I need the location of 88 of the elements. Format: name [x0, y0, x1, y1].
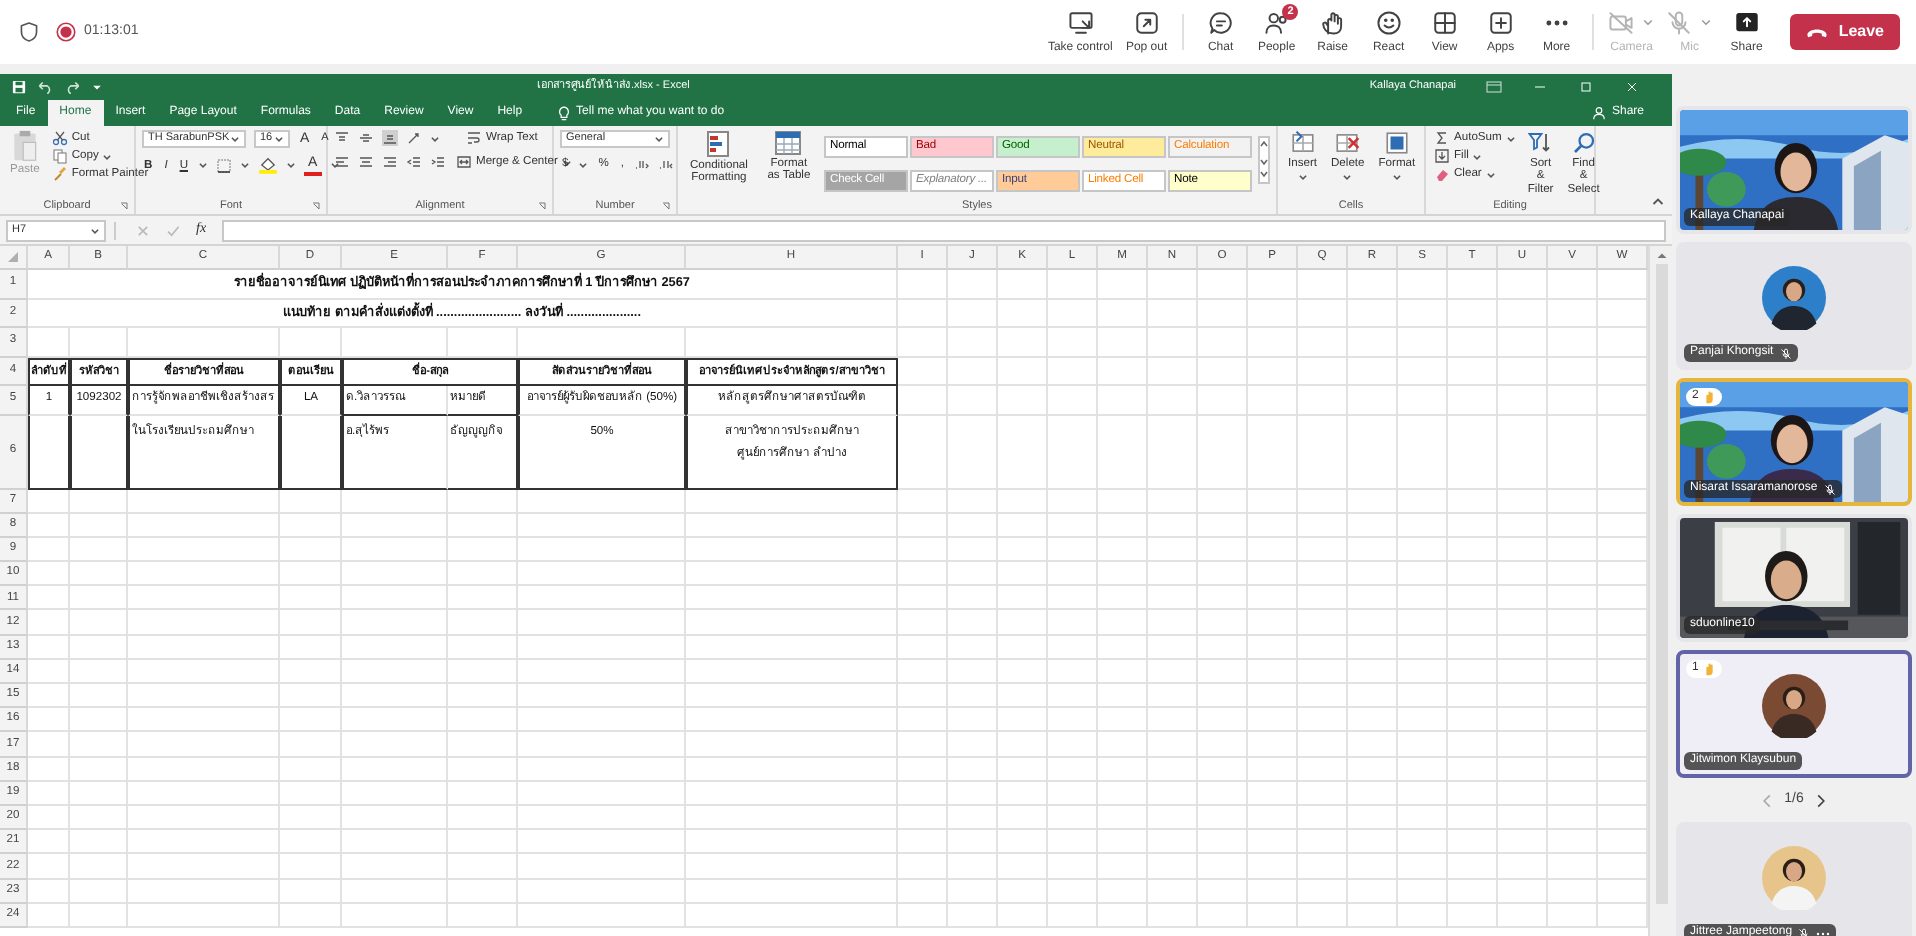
- dialog-launcher-icon[interactable]: [662, 202, 670, 210]
- align-right-icon[interactable]: [382, 154, 398, 170]
- caret-icon: [274, 134, 284, 144]
- brush-icon: [51, 166, 68, 182]
- select-all-corner[interactable]: [0, 246, 28, 270]
- cancel-icon[interactable]: [136, 223, 150, 237]
- caret-icon: [230, 134, 240, 144]
- plus-icon: [1487, 9, 1514, 36]
- decrease-decimal-icon[interactable]: [658, 156, 675, 172]
- lightbulb-icon: [558, 105, 571, 121]
- align-bottom-icon[interactable]: [382, 130, 398, 146]
- maximize-icon[interactable]: [1578, 80, 1594, 94]
- microphone-off-icon: [1666, 9, 1693, 36]
- search-icon: [1571, 130, 1596, 156]
- popout-icon: [1133, 9, 1160, 36]
- sigma-icon[interactable]: [1434, 130, 1450, 146]
- caret-icon: [198, 160, 208, 171]
- hand-icon: [1702, 662, 1717, 676]
- chat-icon: [1207, 9, 1234, 36]
- borders-icon[interactable]: [216, 157, 232, 174]
- mic-off-icon: [1798, 927, 1811, 936]
- recording-icon: [56, 22, 76, 42]
- merge-icon[interactable]: [456, 154, 472, 170]
- hand-icon: [1319, 9, 1346, 36]
- scroll-up-icon[interactable]: [1655, 250, 1667, 260]
- formula-field[interactable]: [222, 219, 1666, 241]
- scissors-icon: [51, 130, 68, 146]
- corner-icon: [8, 252, 18, 262]
- fill-color-icon[interactable]: [258, 156, 278, 175]
- funnel-icon: [1528, 130, 1553, 156]
- caret-icon: [102, 151, 113, 161]
- caret-icon: [430, 133, 440, 143]
- previous-page-icon[interactable]: [1762, 793, 1773, 808]
- mic-off-icon: [1779, 347, 1792, 360]
- align-top-icon[interactable]: [334, 130, 350, 146]
- vertical-scrollbar[interactable]: [1648, 246, 1672, 936]
- undo-icon[interactable]: [36, 80, 54, 94]
- decrease-indent-icon[interactable]: [406, 154, 422, 170]
- shield-icon: [18, 20, 40, 44]
- collapse-ribbon-icon[interactable]: [1652, 196, 1664, 206]
- gallery-scroll-icon[interactable]: [1258, 136, 1270, 184]
- leave-button[interactable]: Leave: [1790, 14, 1900, 50]
- close-icon[interactable]: [1624, 80, 1640, 94]
- dialog-launcher-icon[interactable]: [312, 202, 320, 210]
- dialog-launcher-icon[interactable]: [538, 202, 546, 210]
- dialog-launcher-icon[interactable]: [120, 202, 128, 210]
- redo-icon[interactable]: [64, 80, 82, 94]
- caret-icon: [1297, 172, 1308, 183]
- caret-icon: [286, 160, 296, 171]
- caret-icon: [1342, 172, 1353, 183]
- person-icon: [1591, 106, 1606, 120]
- caret-icon: [240, 160, 250, 171]
- screen-icon: [1067, 9, 1094, 36]
- avatar: [1762, 846, 1826, 911]
- people-icon: [1263, 9, 1290, 36]
- caret-icon: [329, 160, 340, 171]
- increase-indent-icon[interactable]: [430, 154, 446, 170]
- avatar: [1762, 674, 1826, 738]
- caret-icon: [1505, 133, 1516, 143]
- chevron-icon: [1642, 16, 1655, 29]
- ribbon-display-icon[interactable]: [1486, 80, 1502, 94]
- align-center-icon[interactable]: [358, 154, 374, 170]
- more-options-icon[interactable]: [1816, 929, 1831, 936]
- caret-icon: [654, 134, 664, 144]
- minimize-icon[interactable]: [1532, 80, 1548, 94]
- smiley-icon: [1375, 9, 1402, 36]
- mic-off-icon: [1823, 483, 1836, 496]
- chevron-icon: [1700, 16, 1713, 29]
- enter-icon[interactable]: [166, 223, 180, 237]
- caret-icon: [90, 225, 100, 235]
- share-icon: [1733, 9, 1760, 36]
- caret-icon: [1391, 172, 1402, 183]
- wrap-text-icon[interactable]: [466, 130, 482, 146]
- align-middle-icon[interactable]: [358, 130, 374, 146]
- copy-icon: [51, 148, 68, 164]
- align-left-icon[interactable]: [334, 154, 350, 170]
- fill-down-icon[interactable]: [1434, 148, 1450, 164]
- hand-icon: [1702, 390, 1717, 404]
- save-icon[interactable]: [12, 80, 26, 94]
- phone-icon: [1806, 25, 1829, 39]
- increase-decimal-icon[interactable]: [634, 156, 651, 172]
- grid-icon: [1431, 9, 1458, 36]
- orientation-icon[interactable]: [406, 130, 422, 146]
- customize-icon[interactable]: [92, 82, 102, 92]
- avatar: [1762, 266, 1826, 330]
- camera-off-icon: [1608, 9, 1635, 36]
- eraser-icon: [1434, 166, 1450, 182]
- next-page-icon[interactable]: [1815, 793, 1826, 808]
